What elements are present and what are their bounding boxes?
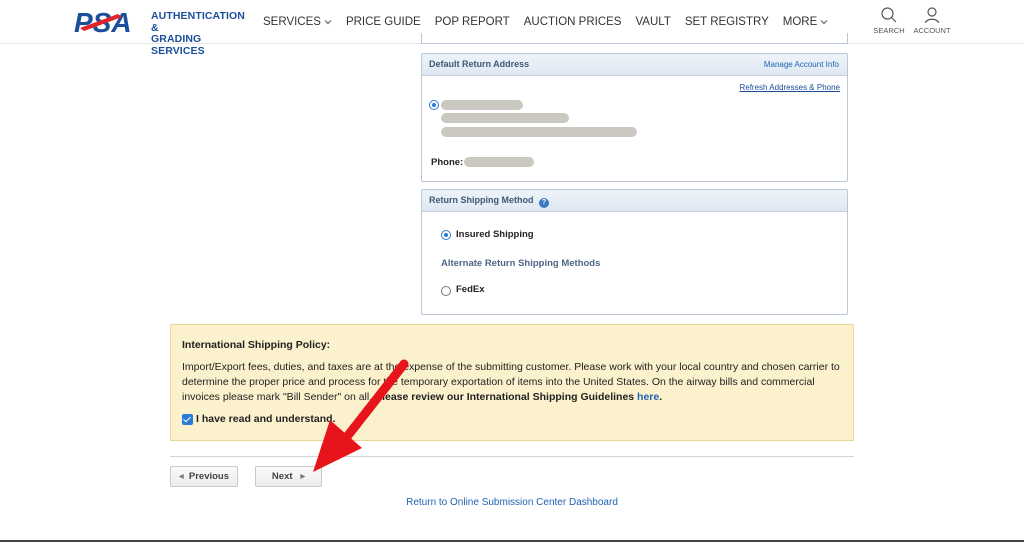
return-address-panel-header: Default Return Address Manage Account In… xyxy=(422,54,847,76)
manage-account-info-link[interactable]: Manage Account Info xyxy=(764,60,839,69)
shipping-method-panel-header: Return Shipping Method ? xyxy=(422,190,847,212)
nav-price-guide[interactable]: PRICE GUIDE xyxy=(346,16,421,28)
shipping-method-title: Return Shipping Method xyxy=(429,195,534,205)
nav-pop-report[interactable]: POP REPORT xyxy=(435,16,510,28)
user-icon xyxy=(924,7,940,24)
psa-logo[interactable]: PSA AUTHENTICATION & GRADING SERVICES xyxy=(74,8,246,56)
nav-set-registry-label: SET REGISTRY xyxy=(684,16,769,28)
acknowledge-label: I have read and understand. xyxy=(196,413,336,425)
nav-pop-report-label: POP REPORT xyxy=(434,16,510,28)
acknowledge-row[interactable]: I have read and understand. xyxy=(182,412,335,427)
policy-period: . xyxy=(659,391,663,403)
policy-review-text: Please review our International Shipping… xyxy=(375,391,635,403)
policy-body: Import/Export fees, duties, and taxes ar… xyxy=(182,360,844,405)
shipping-method-panel: Return Shipping Method ? Insured Shippin… xyxy=(421,189,848,315)
guidelines-here-link[interactable]: here xyxy=(637,391,659,403)
redacted-city xyxy=(441,127,637,137)
nav-vault[interactable]: VAULT xyxy=(635,16,670,28)
logo-text: AUTHENTICATION & GRADING SERVICES xyxy=(151,10,246,57)
next-label: Next xyxy=(271,471,293,482)
caret-right-icon: ▶ xyxy=(300,474,306,480)
account-button[interactable]: ACCOUNT xyxy=(912,6,952,35)
phone-label: Phone: xyxy=(431,157,464,168)
insured-shipping-label: Insured Shipping xyxy=(456,229,534,240)
logo-text-line1: AUTHENTICATION & xyxy=(151,10,245,34)
chevron-down-icon xyxy=(820,20,828,25)
refresh-addresses-link[interactable]: Refresh Addresses & Phone xyxy=(739,83,840,92)
question-icon[interactable]: ? xyxy=(539,198,549,208)
search-icon xyxy=(881,7,897,23)
alternate-methods-heading: Alternate Return Shipping Methods xyxy=(441,258,601,269)
nav-services-label: SERVICES xyxy=(263,16,321,28)
fedex-radio[interactable] xyxy=(441,286,451,296)
policy-title: International Shipping Policy: xyxy=(182,339,331,351)
caret-left-icon: ◀ xyxy=(178,474,184,480)
return-dashboard-link[interactable]: Return to Online Submission Center Dashb… xyxy=(406,497,618,508)
previous-button[interactable]: ◀ Previous xyxy=(170,466,238,487)
acknowledge-checkbox[interactable] xyxy=(182,414,193,425)
fedex-label: FedEx xyxy=(456,284,485,295)
international-policy-box: International Shipping Policy: Import/Ex… xyxy=(170,324,854,441)
account-label: ACCOUNT xyxy=(913,26,951,35)
return-address-title: Default Return Address xyxy=(429,59,530,69)
return-address-panel: Default Return Address Manage Account In… xyxy=(421,53,848,182)
nav-services[interactable]: SERVICES xyxy=(263,16,332,28)
previous-panel-bottom xyxy=(421,33,848,44)
search-button[interactable]: SEARCH xyxy=(869,6,909,35)
nav-more[interactable]: MORE xyxy=(783,16,829,28)
nav-auction-prices[interactable]: AUCTION PRICES xyxy=(524,16,622,28)
nav-price-guide-label: PRICE GUIDE xyxy=(345,16,421,28)
redacted-street xyxy=(441,113,569,123)
main-nav: SERVICES PRICE GUIDE POP REPORT AUCTION … xyxy=(263,16,842,28)
chevron-down-icon xyxy=(324,20,332,25)
logo-text-line2: GRADING SERVICES xyxy=(151,33,205,57)
insured-shipping-radio[interactable] xyxy=(441,230,451,240)
psa-logo-mark: PSA xyxy=(74,8,132,36)
nav-vault-label: VAULT xyxy=(635,16,671,28)
redacted-phone xyxy=(464,157,534,167)
redacted-name xyxy=(441,100,523,110)
next-button[interactable]: Next ▶ xyxy=(255,466,322,487)
previous-label: Previous xyxy=(188,471,230,482)
search-label: SEARCH xyxy=(873,26,905,35)
address-radio[interactable] xyxy=(429,100,439,110)
nav-auction-prices-label: AUCTION PRICES xyxy=(523,16,622,28)
return-dashboard-link-row: Return to Online Submission Center Dashb… xyxy=(0,497,1024,508)
section-divider xyxy=(170,456,854,457)
nav-more-label: MORE xyxy=(782,16,818,28)
nav-set-registry[interactable]: SET REGISTRY xyxy=(685,16,769,28)
